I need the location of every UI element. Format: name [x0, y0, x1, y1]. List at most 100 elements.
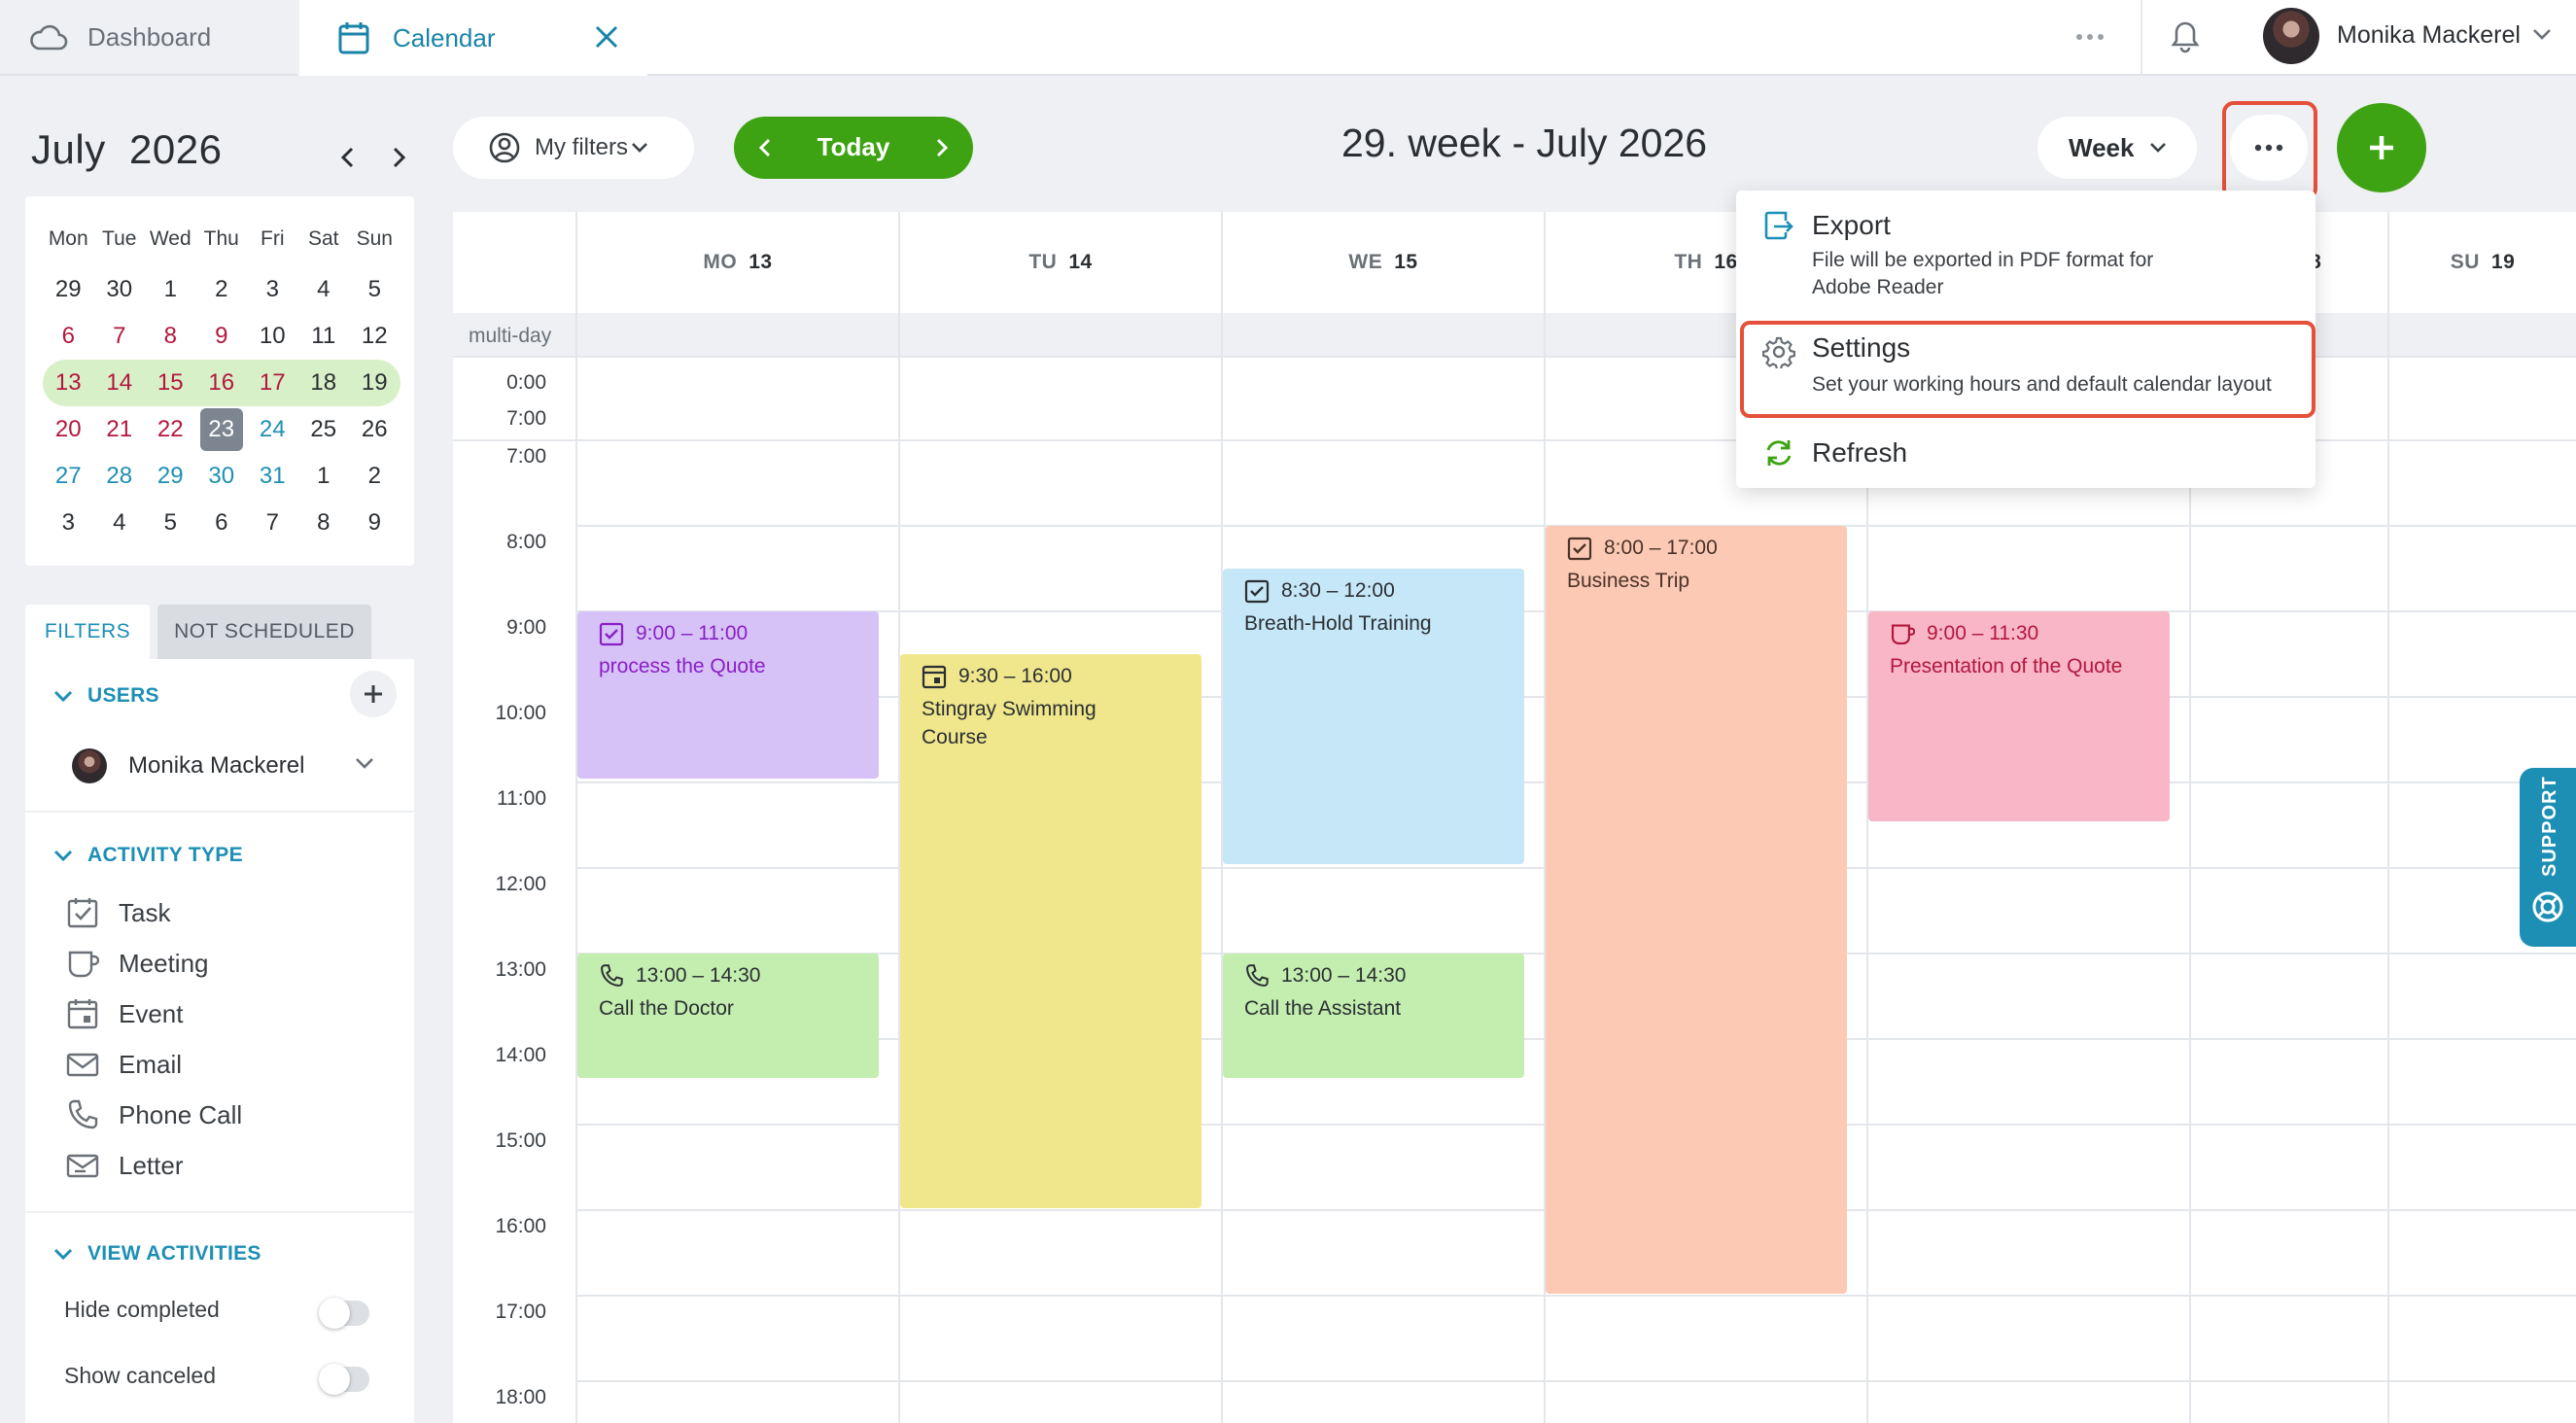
- chevron-down-icon[interactable]: [352, 754, 377, 779]
- mini-day[interactable]: 9: [349, 502, 400, 544]
- mini-day[interactable]: 29: [43, 268, 94, 311]
- activity-type-meeting[interactable]: Meeting: [64, 945, 209, 982]
- mini-day[interactable]: 22: [145, 408, 196, 451]
- calendar-event[interactable]: 8:30 – 12:00 Breath-Hold Training: [1223, 569, 1524, 864]
- menu-item-label: Export: [1812, 210, 1891, 240]
- mini-day[interactable]: 5: [145, 502, 196, 544]
- users-section-toggle[interactable]: USERS: [52, 684, 159, 708]
- mini-day[interactable]: 6: [43, 315, 94, 358]
- mini-day[interactable]: 8: [145, 315, 196, 358]
- activity-type-event[interactable]: Event: [64, 995, 184, 1032]
- close-icon[interactable]: [587, 17, 626, 56]
- day-header-num: 16: [1714, 251, 1738, 273]
- day-header-we[interactable]: WE 15: [1223, 212, 1544, 313]
- divider: [25, 811, 414, 813]
- day-header-mo[interactable]: MO 13: [577, 212, 898, 313]
- support-button[interactable]: SUPPORT: [2520, 768, 2576, 947]
- menu-item-description: File will be exported in PDF format for …: [1812, 249, 2154, 298]
- day-header-tu[interactable]: TU 14: [900, 212, 1221, 313]
- mini-day[interactable]: 13: [43, 362, 94, 404]
- mini-day[interactable]: 8: [298, 502, 350, 544]
- chevron-down-icon: [53, 850, 73, 862]
- mini-day[interactable]: 24: [247, 408, 298, 451]
- chevron-right-icon[interactable]: [381, 140, 416, 175]
- mini-day[interactable]: 30: [94, 268, 146, 311]
- grid-line: [575, 1295, 2576, 1297]
- mini-day[interactable]: 7: [94, 315, 146, 358]
- activity-type-section-title: ACTIVITY TYPE: [87, 844, 243, 866]
- mini-day[interactable]: 31: [247, 455, 298, 498]
- show-canceled-toggle[interactable]: [319, 1364, 369, 1395]
- time-label: 15:00: [495, 1129, 546, 1152]
- mini-day[interactable]: 2: [196, 268, 248, 311]
- add-user-button[interactable]: [350, 671, 397, 717]
- users-section-title: USERS: [87, 684, 159, 707]
- mini-day[interactable]: 3: [247, 268, 298, 311]
- mini-day[interactable]: 30: [196, 455, 248, 498]
- calendar-event[interactable]: 9:30 – 16:00 Stingray Swimming Course: [900, 654, 1201, 1208]
- activity-type-email[interactable]: Email: [64, 1046, 182, 1083]
- activity-type-section-toggle[interactable]: ACTIVITY TYPE: [52, 844, 243, 867]
- view-select[interactable]: Week: [2037, 117, 2197, 179]
- mini-day[interactable]: 27: [43, 455, 94, 498]
- calendar-event[interactable]: 13:00 – 14:30 Call the Assistant: [1223, 954, 1524, 1078]
- mini-day[interactable]: 28: [94, 455, 146, 498]
- more-horizontal-icon[interactable]: [2065, 19, 2115, 54]
- menu-item-export[interactable]: Export File will be exported in PDF form…: [1736, 191, 2315, 307]
- mini-day[interactable]: 18: [298, 362, 350, 404]
- mini-day[interactable]: 15: [145, 362, 196, 404]
- mini-day[interactable]: 17: [247, 362, 298, 404]
- menu-item-refresh[interactable]: Refresh: [1736, 424, 2315, 482]
- tab-dashboard[interactable]: Dashboard: [0, 0, 297, 76]
- mini-day[interactable]: 21: [94, 408, 146, 451]
- calendar-event[interactable]: 13:00 – 14:30 Call the Doctor: [577, 954, 879, 1078]
- mini-day[interactable]: 20: [43, 408, 94, 451]
- mini-day[interactable]: 1: [298, 455, 350, 498]
- mini-day[interactable]: 16: [196, 362, 248, 404]
- tab-filters[interactable]: FILTERS: [25, 605, 150, 659]
- mini-day[interactable]: 29: [145, 455, 196, 498]
- more-horizontal-icon: [2254, 144, 2283, 152]
- calendar-event[interactable]: 9:00 – 11:30 Presentation of the Quote: [1868, 611, 2170, 821]
- mini-day[interactable]: 25: [298, 408, 350, 451]
- mini-day[interactable]: 3: [43, 502, 94, 544]
- tab-calendar[interactable]: Calendar: [299, 0, 647, 76]
- mini-day[interactable]: 12: [349, 315, 400, 358]
- chevron-down-icon[interactable]: [2529, 21, 2555, 52]
- day-header-su[interactable]: SU 19: [2389, 212, 2576, 313]
- my-filters-button[interactable]: My filters: [453, 117, 694, 179]
- mini-day[interactable]: 2: [349, 455, 400, 498]
- user-menu[interactable]: Monika Mackerel: [2141, 0, 2576, 76]
- tab-not-scheduled[interactable]: NOT SCHEDULED: [157, 605, 371, 659]
- activity-type-task[interactable]: Task: [64, 894, 170, 931]
- view-activities-section-toggle[interactable]: VIEW ACTIVITIES: [52, 1242, 261, 1266]
- mini-day[interactable]: 1: [145, 268, 196, 311]
- mini-day[interactable]: 26: [349, 408, 400, 451]
- calendar-event[interactable]: 8:00 – 17:00 Business Trip: [1546, 526, 1847, 1294]
- mini-day[interactable]: 9: [196, 315, 248, 358]
- mini-day[interactable]: 10: [247, 315, 298, 358]
- mini-calendar-week: 20 21 22 23 24 25 26: [43, 406, 400, 453]
- mini-day[interactable]: 7: [247, 502, 298, 544]
- day-header-num: 13: [748, 251, 773, 273]
- mini-day[interactable]: 4: [94, 502, 146, 544]
- chevron-left-icon[interactable]: [331, 140, 366, 175]
- calendar-event[interactable]: 9:00 – 11:00 process the Quote: [577, 611, 879, 779]
- chevron-right-icon[interactable]: [922, 128, 961, 167]
- mini-calendar-year: 2026: [129, 126, 223, 172]
- activity-type-letter[interactable]: Letter: [64, 1147, 184, 1184]
- mini-day[interactable]: 19: [349, 362, 400, 404]
- hide-completed-toggle[interactable]: [319, 1298, 369, 1329]
- mini-day[interactable]: 6: [196, 502, 248, 544]
- bell-icon[interactable]: [2164, 16, 2207, 58]
- user-filter-item[interactable]: Monika Mackerel: [72, 748, 304, 783]
- mini-day[interactable]: 5: [349, 268, 400, 311]
- more-options-button[interactable]: [2230, 115, 2308, 181]
- mini-day[interactable]: 4: [298, 268, 350, 311]
- mini-day[interactable]: 11: [298, 315, 350, 358]
- mini-day[interactable]: 14: [94, 362, 146, 404]
- mini-day-selected[interactable]: 23: [199, 408, 243, 451]
- add-activity-button[interactable]: [2337, 103, 2426, 192]
- mini-calendar-week: 29 30 1 2 3 4 5: [43, 266, 400, 313]
- activity-type-phone-call[interactable]: Phone Call: [64, 1096, 242, 1133]
